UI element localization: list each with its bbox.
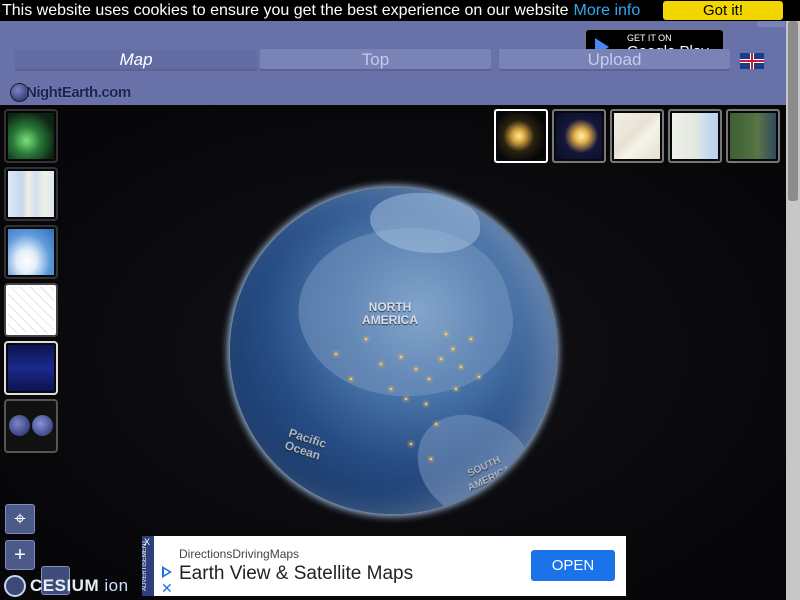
globes-icon xyxy=(8,403,54,449)
tab-upload[interactable]: Upload xyxy=(499,49,730,71)
advertisement[interactable]: ADVERTISEMENT X ✕ DirectionsDrivingMaps … xyxy=(142,536,626,596)
globes-layer-button[interactable] xyxy=(4,399,58,453)
map-icon xyxy=(8,171,54,217)
accept-cookies-button[interactable]: Got it! xyxy=(663,1,783,20)
night-zoom-layer[interactable] xyxy=(552,109,606,163)
ad-brand: DirectionsDrivingMaps xyxy=(179,547,300,561)
logo-text: NightEarth.com xyxy=(26,84,131,101)
aurora-layer-button[interactable] xyxy=(4,109,58,163)
globe-viewer[interactable]: NORTH AMERICA Pacific Ocean SOUTH AMERIC… xyxy=(0,105,786,600)
night-lights-icon xyxy=(498,113,544,159)
clouds-icon xyxy=(8,229,54,275)
scrollbar[interactable] xyxy=(786,21,800,600)
night-zoom-icon xyxy=(556,113,602,159)
ad-close-icon[interactable]: ✕ xyxy=(161,580,173,597)
nav-tabs: Map Top Upload xyxy=(15,49,731,71)
cesium-logo[interactable]: CESIUM ion xyxy=(2,573,142,597)
night-map-icon xyxy=(8,345,54,391)
world-map-layer-button[interactable] xyxy=(4,167,58,221)
borders-layer-button[interactable] xyxy=(4,283,58,337)
site-logo[interactable]: NightEarth.com xyxy=(10,82,140,104)
street-map-icon xyxy=(614,113,660,159)
clouds-layer-button[interactable] xyxy=(4,225,58,279)
light-map-layer[interactable] xyxy=(668,109,722,163)
scrollbar-thumb[interactable] xyxy=(788,21,798,201)
borders-icon xyxy=(8,287,54,333)
play-badge-small-text: GET IT ON xyxy=(627,33,672,43)
ad-close-small[interactable]: X xyxy=(144,537,150,547)
night-world-layer-button[interactable] xyxy=(4,341,58,395)
cesium-icon xyxy=(4,575,26,597)
tab-map[interactable]: Map xyxy=(15,49,257,71)
cookie-message-text: This website uses cookies to ensure you … xyxy=(2,2,569,19)
more-info-link[interactable]: More info xyxy=(574,2,641,19)
light-map-icon xyxy=(672,113,718,159)
satellite-icon xyxy=(730,113,776,159)
tab-top[interactable]: Top xyxy=(260,49,491,71)
ad-headline[interactable]: Earth View & Satellite Maps xyxy=(179,563,413,585)
aurora-icon xyxy=(8,113,54,159)
header-corner-tab[interactable] xyxy=(757,21,785,27)
zoom-in-button[interactable]: + xyxy=(5,540,35,570)
uk-flag-icon[interactable] xyxy=(740,53,764,69)
ad-open-button[interactable]: OPEN xyxy=(531,550,615,581)
street-map-layer[interactable] xyxy=(610,109,664,163)
cookie-message: This website uses cookies to ensure you … xyxy=(2,0,640,21)
cesium-brand: CESIUM xyxy=(30,576,100,595)
site-header: GET IT ON Google Play Map Top Upload Nig… xyxy=(0,21,786,105)
north-america-label: NORTH AMERICA xyxy=(362,300,418,327)
satellite-layer[interactable] xyxy=(726,109,780,163)
earth-globe[interactable]: NORTH AMERICA Pacific Ocean SOUTH AMERIC… xyxy=(230,188,556,514)
locate-button[interactable]: ⌖ xyxy=(5,504,35,534)
pacific-ocean-label: Pacific Ocean xyxy=(282,425,329,463)
cookie-banner: This website uses cookies to ensure you … xyxy=(0,0,800,21)
night-lights-layer[interactable] xyxy=(494,109,548,163)
cesium-ion: ion xyxy=(104,576,129,595)
